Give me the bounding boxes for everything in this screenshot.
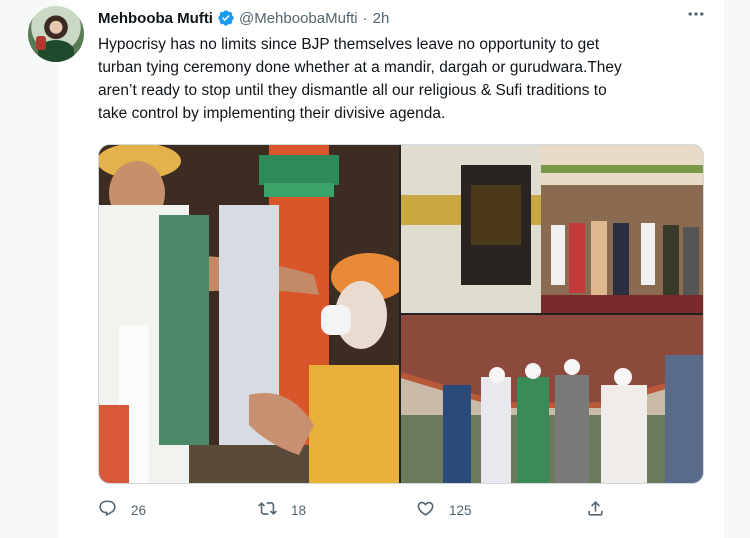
dargah-visit-photo[interactable] bbox=[401, 145, 703, 313]
like-count: 125 bbox=[449, 502, 472, 518]
tweet-text-line: take control by implementing their divis… bbox=[98, 105, 446, 122]
reply-button[interactable]: 26 bbox=[98, 496, 146, 524]
retweet-count: 18 bbox=[291, 502, 307, 518]
separator-dot: · bbox=[362, 9, 368, 27]
tweet-time[interactable]: 2h bbox=[373, 10, 390, 27]
turban-tying-photo[interactable] bbox=[99, 145, 399, 483]
author-name[interactable]: Mehbooba Mufti bbox=[98, 10, 213, 27]
tweet-text-line: turban tying ceremony done whether at a … bbox=[98, 59, 622, 76]
gurudwara-visit-photo[interactable] bbox=[401, 315, 703, 483]
reply-count: 26 bbox=[131, 502, 147, 518]
verified-badge-icon bbox=[217, 9, 235, 27]
media-grid bbox=[98, 144, 704, 484]
retweet-icon bbox=[258, 499, 291, 521]
tweet-header: Mehbooba Mufti @MehboobaMufti · 2h bbox=[98, 8, 389, 28]
ellipsis-icon[interactable] bbox=[684, 4, 708, 28]
tweet-text: Hypocrisy has no limits since BJP themse… bbox=[98, 33, 698, 125]
avatar-hand bbox=[36, 36, 46, 50]
retweet-button[interactable]: 18 bbox=[258, 496, 306, 524]
reply-icon bbox=[98, 499, 131, 521]
share-icon bbox=[586, 499, 619, 521]
avatar[interactable] bbox=[28, 6, 84, 62]
like-button[interactable]: 125 bbox=[416, 496, 472, 524]
action-bar: 26 18 125 bbox=[98, 496, 618, 524]
like-icon bbox=[416, 499, 449, 521]
author-handle[interactable]: @MehboobaMufti bbox=[239, 10, 358, 27]
tweet-card[interactable]: Mehbooba Mufti @MehboobaMufti · 2h Hypoc… bbox=[0, 0, 750, 538]
tweet-text-line: Hypocrisy has no limits since BJP themse… bbox=[98, 36, 600, 53]
share-button[interactable] bbox=[586, 496, 619, 524]
tweet-text-line: aren’t ready to stop until they dismantl… bbox=[98, 82, 607, 99]
